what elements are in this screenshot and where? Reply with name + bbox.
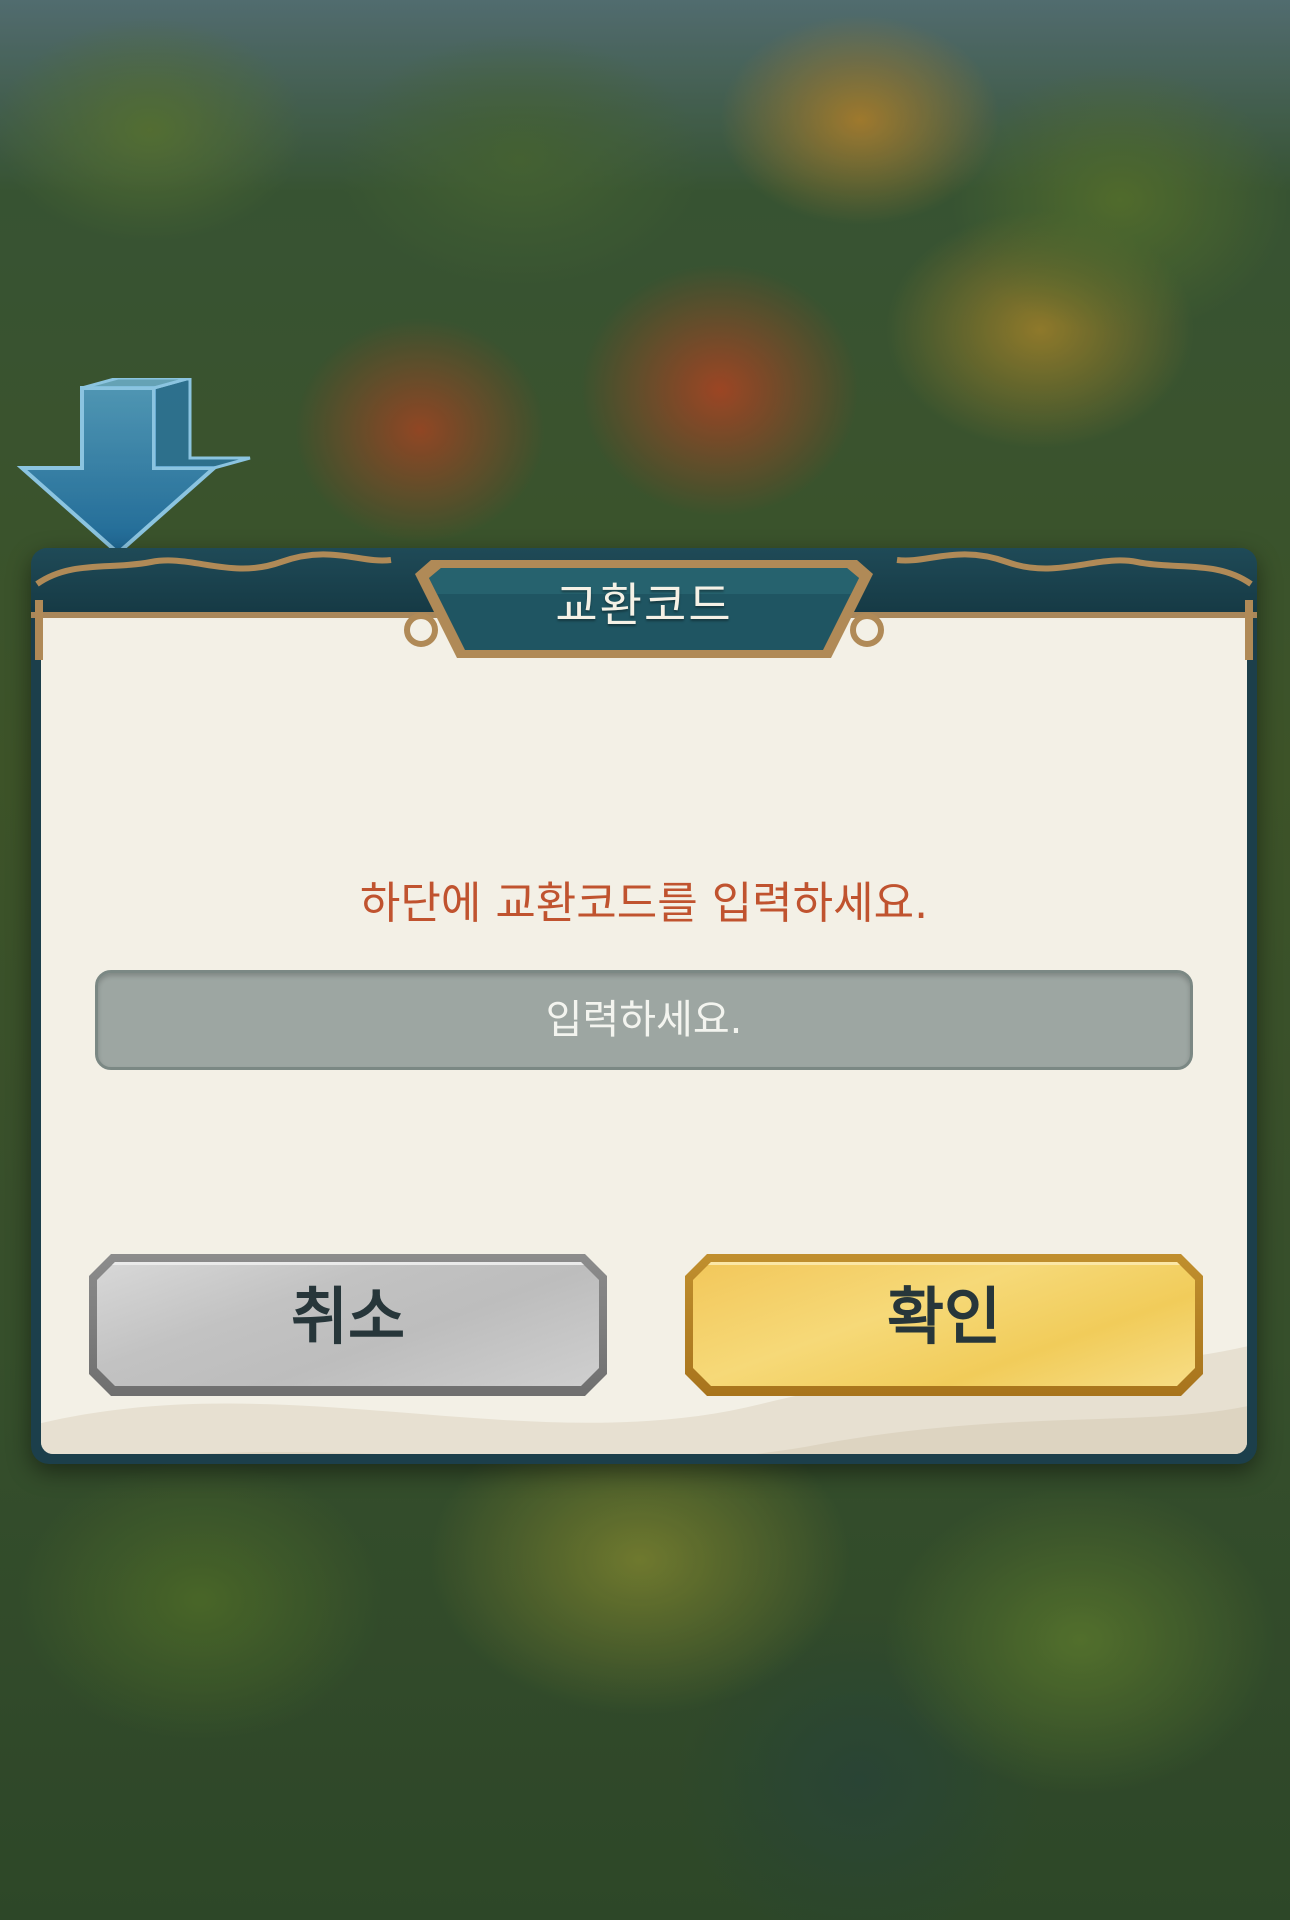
confirm-button-label: 확인 [886,1280,1002,1353]
exchange-code-input[interactable] [95,970,1193,1070]
down-arrow-icon [16,378,251,556]
dialog-title: 교환코드 [555,578,733,632]
exchange-code-dialog: 교환코드 하단에 교환코드를 입력하세요. 취소 확인 [31,548,1257,1464]
cancel-button[interactable]: 취소 [89,1254,607,1396]
instruction-text: 하단에 교환코드를 입력하세요. [359,878,929,929]
confirm-button[interactable]: 확인 [685,1254,1203,1396]
cancel-button-label: 취소 [290,1280,406,1353]
